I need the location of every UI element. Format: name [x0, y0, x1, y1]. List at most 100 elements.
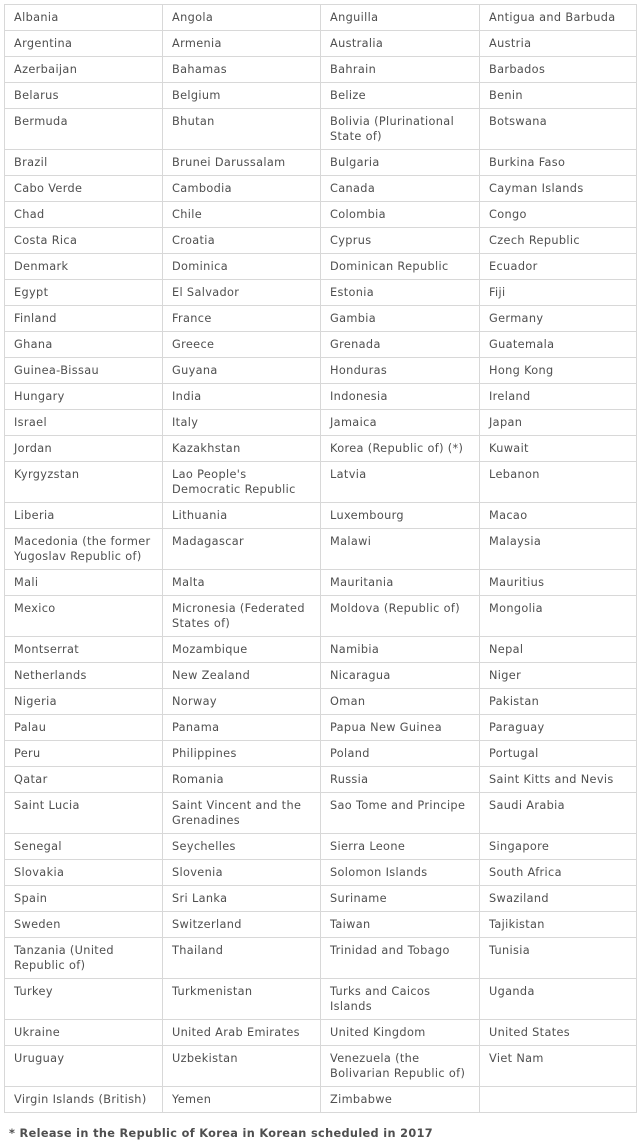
country-cell: Jordan — [4, 435, 163, 462]
country-cell: Barbados — [479, 56, 637, 83]
table-row: Saint Lucia Saint Vincent and the Grenadi… — [4, 792, 637, 834]
table-row: Azerbaijan Bahamas Bahrain Barbados — [4, 56, 637, 83]
country-cell: Turkmenistan — [162, 978, 321, 1020]
country-cell: Namibia — [320, 636, 480, 663]
country-cell: Malawi — [320, 528, 480, 570]
country-cell: Madagascar — [162, 528, 321, 570]
country-cell: Ukraine — [4, 1019, 163, 1046]
table-row: Hungary India Indonesia Ireland — [4, 383, 637, 410]
country-cell: Luxembourg — [320, 502, 480, 529]
table-row: Israel Italy Jamaica Japan — [4, 409, 637, 436]
country-cell: United Kingdom — [320, 1019, 480, 1046]
country-cell: Guatemala — [479, 331, 637, 358]
country-cell: Saudi Arabia — [479, 792, 637, 834]
country-cell: Congo — [479, 201, 637, 228]
country-cell: Latvia — [320, 461, 480, 503]
country-cell: Estonia — [320, 279, 480, 306]
country-cell: Swaziland — [479, 885, 637, 912]
table-row: Uruguay Uzbekistan Venezuela (the Bolivari… — [4, 1045, 637, 1087]
country-cell: Switzerland — [162, 911, 321, 938]
country-cell: Honduras — [320, 357, 480, 384]
table-row: Cabo Verde Cambodia Canada Cayman Islands — [4, 175, 637, 202]
country-cell: Qatar — [4, 766, 163, 793]
country-cell: Grenada — [320, 331, 480, 358]
country-cell: Bhutan — [162, 108, 321, 150]
country-cell: Ghana — [4, 331, 163, 358]
table-row: Spain Sri Lanka Suriname Swaziland — [4, 885, 637, 912]
country-cell: South Africa — [479, 859, 637, 886]
country-cell: Philippines — [162, 740, 321, 767]
country-cell: United Arab Emirates — [162, 1019, 321, 1046]
table-row: Argentina Armenia Australia Austria — [4, 30, 637, 57]
country-cell: Paraguay — [479, 714, 637, 741]
table-row: Netherlands New Zealand Nicaragua Niger — [4, 662, 637, 689]
country-cell: Panama — [162, 714, 321, 741]
country-cell: Australia — [320, 30, 480, 57]
country-cell: Israel — [4, 409, 163, 436]
country-cell: Norway — [162, 688, 321, 715]
country-cell: Armenia — [162, 30, 321, 57]
country-cell: Canada — [320, 175, 480, 202]
country-cell: Slovakia — [4, 859, 163, 886]
country-cell: Croatia — [162, 227, 321, 254]
country-cell: Liberia — [4, 502, 163, 529]
table-body: Albania Angola Anguilla Antigua and Barbuda… — [4, 4, 637, 1113]
country-cell: Suriname — [320, 885, 480, 912]
country-cell: Zimbabwe — [320, 1086, 480, 1113]
table-row: Turkey Turkmenistan Turks and Caicos Islan… — [4, 978, 637, 1020]
country-cell: United States — [479, 1019, 637, 1046]
table-row: Slovakia Slovenia Solomon Islands South Afr… — [4, 859, 637, 886]
table-row: Belarus Belgium Belize Benin — [4, 82, 637, 109]
country-cell: Niger — [479, 662, 637, 689]
country-cell: Finland — [4, 305, 163, 332]
page-container: Albania Angola Anguilla Antigua and Barbuda… — [0, 0, 642, 1140]
country-cell: Nigeria — [4, 688, 163, 715]
country-cell: Viet Nam — [479, 1045, 637, 1087]
country-cell: Jamaica — [320, 409, 480, 436]
country-cell: Czech Republic — [479, 227, 637, 254]
country-cell: Guinea-Bissau — [4, 357, 163, 384]
country-cell: Uruguay — [4, 1045, 163, 1087]
country-cell: Gambia — [320, 305, 480, 332]
table-row: Liberia Lithuania Luxembourg Macao — [4, 502, 637, 529]
country-cell: France — [162, 305, 321, 332]
country-cell: Argentina — [4, 30, 163, 57]
country-cell: Mauritius — [479, 569, 637, 596]
country-cell: Portugal — [479, 740, 637, 767]
table-row: Palau Panama Papua New Guinea Paraguay — [4, 714, 637, 741]
table-row: Jordan Kazakhstan Korea (Republic of) (*) K… — [4, 435, 637, 462]
country-cell: Spain — [4, 885, 163, 912]
table-row: Sweden Switzerland Taiwan Tajikistan — [4, 911, 637, 938]
table-row: Nigeria Norway Oman Pakistan — [4, 688, 637, 715]
country-cell: Chad — [4, 201, 163, 228]
country-cell: Lebanon — [479, 461, 637, 503]
country-cell: Sao Tome and Principe — [320, 792, 480, 834]
country-cell: Mauritania — [320, 569, 480, 596]
country-cell: Yemen — [162, 1086, 321, 1113]
table-row: Egypt El Salvador Estonia Fiji — [4, 279, 637, 306]
country-cell: Belgium — [162, 82, 321, 109]
country-cell: Solomon Islands — [320, 859, 480, 886]
country-cell: Mexico — [4, 595, 163, 637]
country-cell: Tanzania (United Republic of) — [4, 937, 163, 979]
country-cell: Brazil — [4, 149, 163, 176]
country-cell: Cambodia — [162, 175, 321, 202]
country-cell: Micronesia (Federated States of) — [162, 595, 321, 637]
country-cell: Angola — [162, 4, 321, 31]
table-row: Montserrat Mozambique Namibia Nepal — [4, 636, 637, 663]
table-row: Finland France Gambia Germany — [4, 305, 637, 332]
country-cell: Germany — [479, 305, 637, 332]
table-row: Virgin Islands (British) Yemen Zimbabwe — [4, 1086, 637, 1113]
country-cell: Austria — [479, 30, 637, 57]
country-cell: Indonesia — [320, 383, 480, 410]
table-row: Macedonia (the former Yugoslav Republic … — [4, 528, 637, 570]
country-cell: Egypt — [4, 279, 163, 306]
country-cell: Belarus — [4, 82, 163, 109]
country-cell: New Zealand — [162, 662, 321, 689]
country-cell: Lao People's Democratic Republic — [162, 461, 321, 503]
country-cell: Macedonia (the former Yugoslav Republic … — [4, 528, 163, 570]
country-cell: Sweden — [4, 911, 163, 938]
country-cell: Russia — [320, 766, 480, 793]
country-cell: Mongolia — [479, 595, 637, 637]
country-cell: Venezuela (the Bolivarian Republic of) — [320, 1045, 480, 1087]
